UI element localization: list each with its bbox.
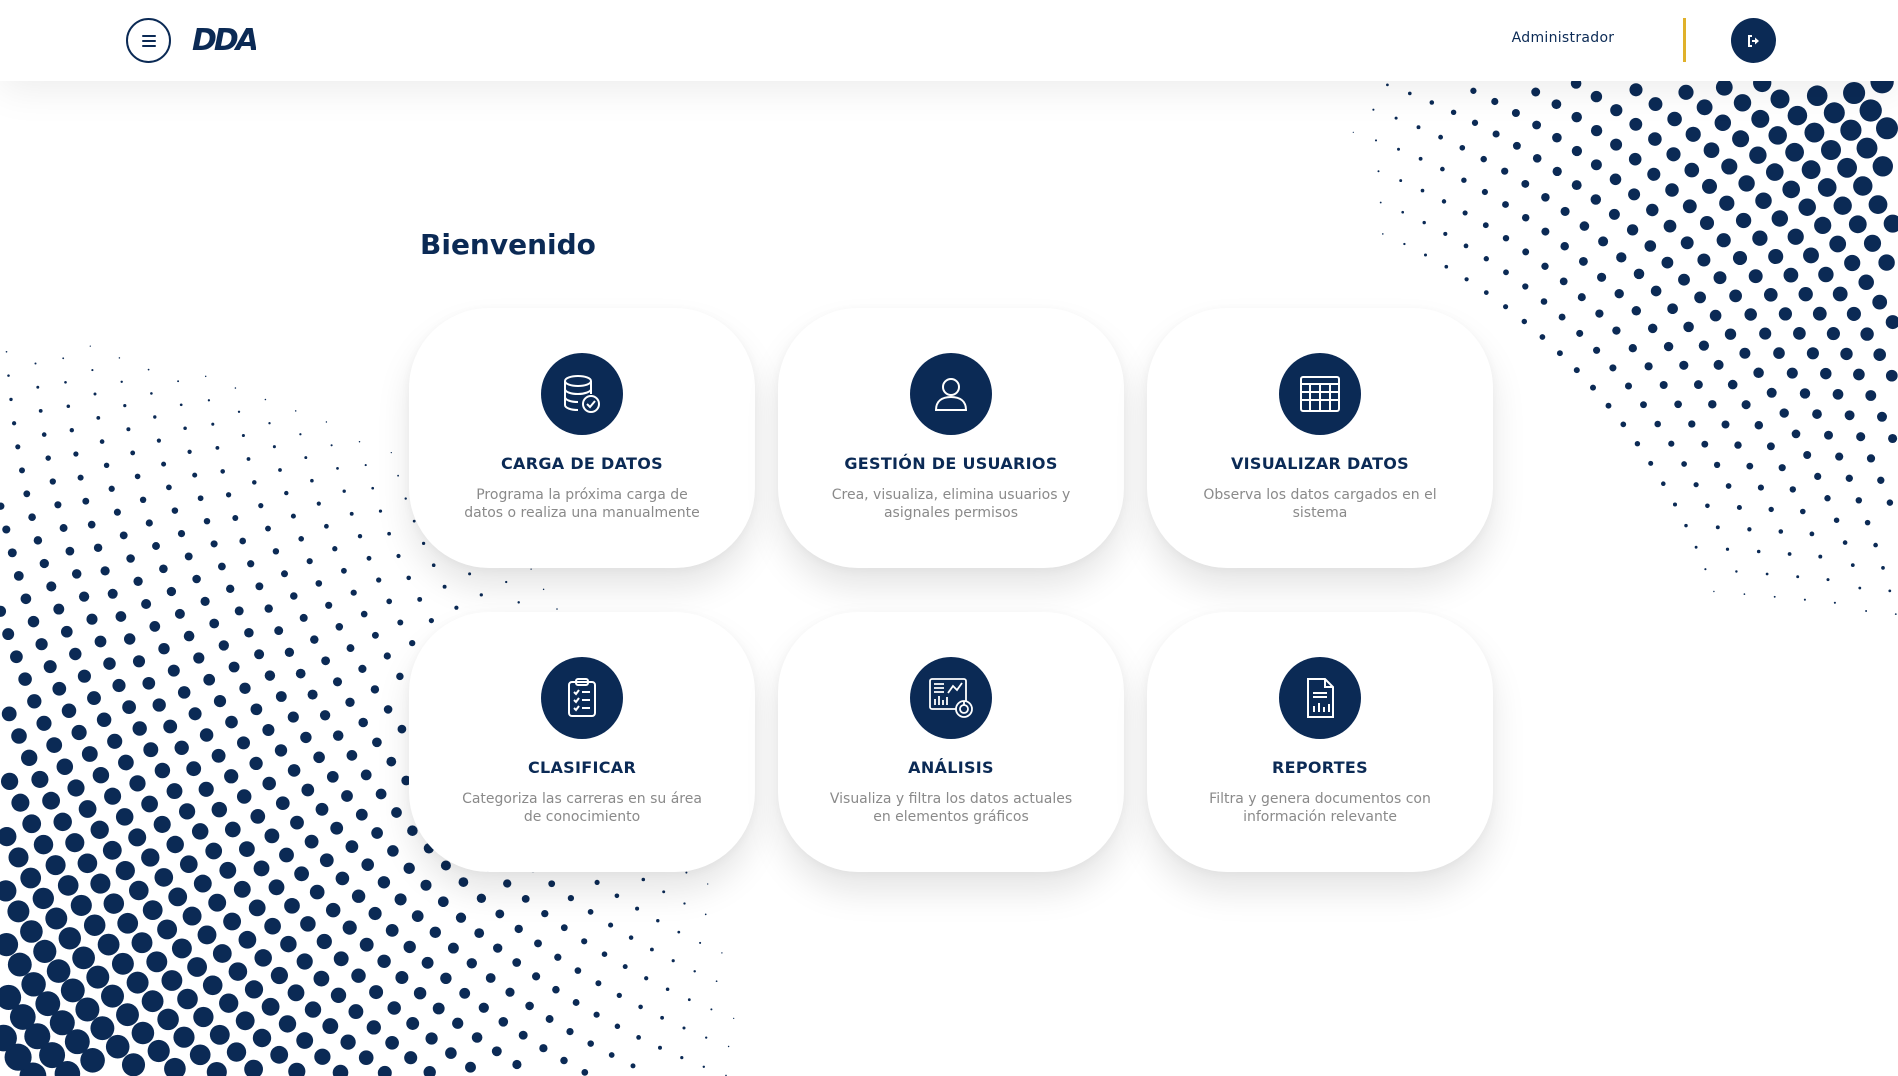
analytics-chart-icon xyxy=(910,657,992,739)
logout-icon xyxy=(1747,34,1759,47)
card-reportes[interactable]: REPORTES Filtra y genera documentos con … xyxy=(1147,612,1493,872)
menu-button[interactable] xyxy=(126,18,171,63)
card-gestion-de-usuarios[interactable]: GESTIÓN DE USUARIOS Crea, visualiza, eli… xyxy=(778,308,1124,568)
card-title: REPORTES xyxy=(1272,758,1368,777)
database-check-icon xyxy=(541,353,623,435)
card-title: CARGA DE DATOS xyxy=(501,454,663,473)
hamburger-icon xyxy=(141,34,156,47)
user-role-label: Administrador xyxy=(1511,30,1615,46)
logout-button[interactable] xyxy=(1731,18,1776,63)
card-description: Crea, visualiza, elimina usuarios y asig… xyxy=(831,487,1071,521)
card-title: ANÁLISIS xyxy=(908,758,994,777)
card-title: CLASIFICAR xyxy=(527,758,637,777)
header-divider xyxy=(1683,18,1686,62)
logo-text: DDA xyxy=(192,23,256,54)
top-header: DDA Administrador xyxy=(0,0,1898,81)
card-description: Visualiza y filtra los datos actuales en… xyxy=(829,791,1073,825)
table-grid-icon xyxy=(1279,353,1361,435)
card-carga-de-datos[interactable]: CARGA DE DATOS Programa la próxima carga… xyxy=(409,308,755,568)
card-description: Observa los datos cargados en el sistema xyxy=(1203,487,1437,521)
dda-logo[interactable]: DDA xyxy=(192,22,256,54)
user-icon xyxy=(910,353,992,435)
clipboard-checklist-icon xyxy=(541,657,623,739)
report-document-icon xyxy=(1279,657,1361,739)
card-visualizar-datos[interactable]: VISUALIZAR DATOS Observa los datos carga… xyxy=(1147,308,1493,568)
page-title: Bienvenido xyxy=(420,228,596,261)
card-description: Programa la próxima carga de datos o rea… xyxy=(464,487,700,521)
card-clasificar[interactable]: CLASIFICAR Categoriza las carreras en su… xyxy=(409,612,755,872)
card-description: Categoriza las carreras en su área de co… xyxy=(462,791,702,825)
card-description: Filtra y genera documentos con informaci… xyxy=(1209,791,1431,825)
card-analisis[interactable]: ANÁLISIS Visualiza y filtra los datos ac… xyxy=(778,612,1124,872)
card-title: GESTIÓN DE USUARIOS xyxy=(844,454,1058,473)
card-title: VISUALIZAR DATOS xyxy=(1230,454,1410,473)
